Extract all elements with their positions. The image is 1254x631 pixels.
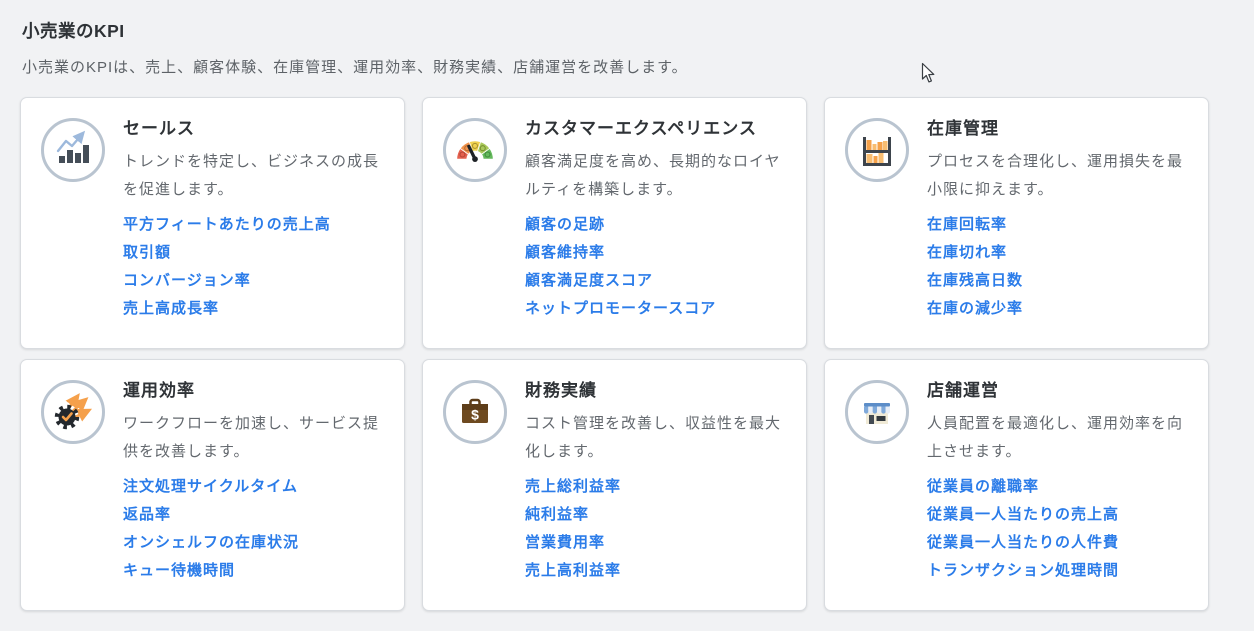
kpi-link[interactable]: 従業員一人当たりの人件費 [927,534,1119,551]
kpi-link[interactable]: 注文処理サイクルタイム [123,478,298,495]
kpi-link[interactable]: 顧客満足度スコア [525,272,653,289]
kpi-link[interactable]: 平方フィートあたりの売上高 [123,216,331,233]
svg-text:$: $ [471,407,479,423]
card-links: 顧客の足跡顧客維持率顧客満足度スコアネットプロモータースコア [525,216,786,317]
card-body: 在庫管理 プロセスを合理化し、運用損失を最小限に抑えます。 在庫回転率在庫切れ率… [927,118,1188,328]
kpi-link[interactable]: 返品率 [123,506,171,523]
kpi-card: 在庫管理 プロセスを合理化し、運用損失を最小限に抑えます。 在庫回転率在庫切れ率… [824,97,1209,349]
card-body: 運用効率 ワークフローを加速し、サービス提供を改善します。 注文処理サイクルタイ… [123,380,384,590]
card-body: 店舗運営 人員配置を最適化し、運用効率を向上させます。 従業員の離職率従業員一人… [927,380,1188,590]
card-title: 財務実績 [525,380,786,402]
card-title: 在庫管理 [927,118,1188,140]
card-title: セールス [123,118,384,140]
card-description: トレンドを特定し、ビジネスの成長を促進します。 [123,148,384,204]
kpi-link[interactable]: 売上高利益率 [525,562,621,579]
card-links: 平方フィートあたりの売上高取引額コンバージョン率売上高成長率 [123,216,384,317]
kpi-link[interactable]: トランザクション処理時間 [927,562,1119,579]
card-icon-circle [41,380,105,444]
gear-arrows-icon [53,392,93,432]
sales-trend-icon [53,130,93,170]
card-description: コスト管理を改善し、収益性を最大化します。 [525,410,786,466]
page-header: 小売業のKPI 小売業のKPIは、売上、顧客体験、在庫管理、運用効率、財務実績、… [0,0,1254,77]
card-description: 顧客満足度を高め、長期的なロイヤルティを構築します。 [525,148,786,204]
kpi-link[interactable]: 顧客の足跡 [525,216,605,233]
page-subtitle: 小売業のKPIは、売上、顧客体験、在庫管理、運用効率、財務実績、店舗運営を改善し… [22,56,1232,77]
card-links: 在庫回転率在庫切れ率在庫残高日数在庫の減少率 [927,216,1188,317]
card-description: ワークフローを加速し、サービス提供を改善します。 [123,410,384,466]
kpi-card: 店舗運営 人員配置を最適化し、運用効率を向上させます。 従業員の離職率従業員一人… [824,359,1209,611]
kpi-card: $ 財務実績 コスト管理を改善し、収益性を最大化します。 売上総利益率純利益率営… [422,359,807,611]
kpi-link[interactable]: キュー待機時間 [123,562,235,579]
card-body: カスタマーエクスペリエンス 顧客満足度を高め、長期的なロイヤルティを構築します。… [525,118,786,328]
kpi-card-grid: セールス トレンドを特定し、ビジネスの成長を促進します。 平方フィートあたりの売… [20,97,1254,611]
kpi-link[interactable]: 在庫回転率 [927,216,1007,233]
kpi-card: カスタマーエクスペリエンス 顧客満足度を高め、長期的なロイヤルティを構築します。… [422,97,807,349]
kpi-link[interactable]: 在庫切れ率 [927,244,1007,261]
kpi-link[interactable]: オンシェルフの在庫状況 [123,534,299,551]
kpi-card: セールス トレンドを特定し、ビジネスの成長を促進します。 平方フィートあたりの売… [20,97,405,349]
kpi-link[interactable]: 在庫の減少率 [927,300,1023,317]
kpi-link[interactable]: 従業員の離職率 [927,478,1039,495]
card-title: 運用効率 [123,380,384,402]
customer-gauge-icon [452,134,498,167]
kpi-link[interactable]: 取引額 [123,244,171,261]
card-links: 従業員の離職率従業員一人当たりの売上高従業員一人当たりの人件費トランザクション処… [927,478,1188,579]
kpi-link[interactable]: 在庫残高日数 [927,272,1023,289]
kpi-link[interactable]: 営業費用率 [525,534,605,551]
card-body: 財務実績 コスト管理を改善し、収益性を最大化します。 売上総利益率純利益率営業費… [525,380,786,590]
kpi-link[interactable]: 従業員一人当たりの売上高 [927,506,1119,523]
card-title: 店舗運営 [927,380,1188,402]
kpi-link[interactable]: 売上総利益率 [525,478,621,495]
card-icon-circle: $ [443,380,507,444]
page-title: 小売業のKPI [22,18,1232,43]
card-links: 売上総利益率純利益率営業費用率売上高利益率 [525,478,786,579]
kpi-card: 運用効率 ワークフローを加速し、サービス提供を改善します。 注文処理サイクルタイ… [20,359,405,611]
kpi-link[interactable]: ネットプロモータースコア [525,300,716,317]
inventory-shelf-icon [857,130,897,170]
card-icon-circle [845,118,909,182]
card-icon-circle [41,118,105,182]
storefront-icon [857,392,897,432]
kpi-link[interactable]: 純利益率 [525,506,589,523]
card-description: 人員配置を最適化し、運用効率を向上させます。 [927,410,1188,466]
card-icon-circle [443,118,507,182]
kpi-link[interactable]: 売上高成長率 [123,300,219,317]
kpi-link[interactable]: 顧客維持率 [525,244,605,261]
kpi-link[interactable]: コンバージョン率 [123,272,251,289]
briefcase-dollar-icon: $ [455,392,495,432]
card-links: 注文処理サイクルタイム返品率オンシェルフの在庫状況キュー待機時間 [123,478,384,579]
card-icon-circle [845,380,909,444]
card-title: カスタマーエクスペリエンス [525,118,786,140]
card-description: プロセスを合理化し、運用損失を最小限に抑えます。 [927,148,1188,204]
card-body: セールス トレンドを特定し、ビジネスの成長を促進します。 平方フィートあたりの売… [123,118,384,328]
